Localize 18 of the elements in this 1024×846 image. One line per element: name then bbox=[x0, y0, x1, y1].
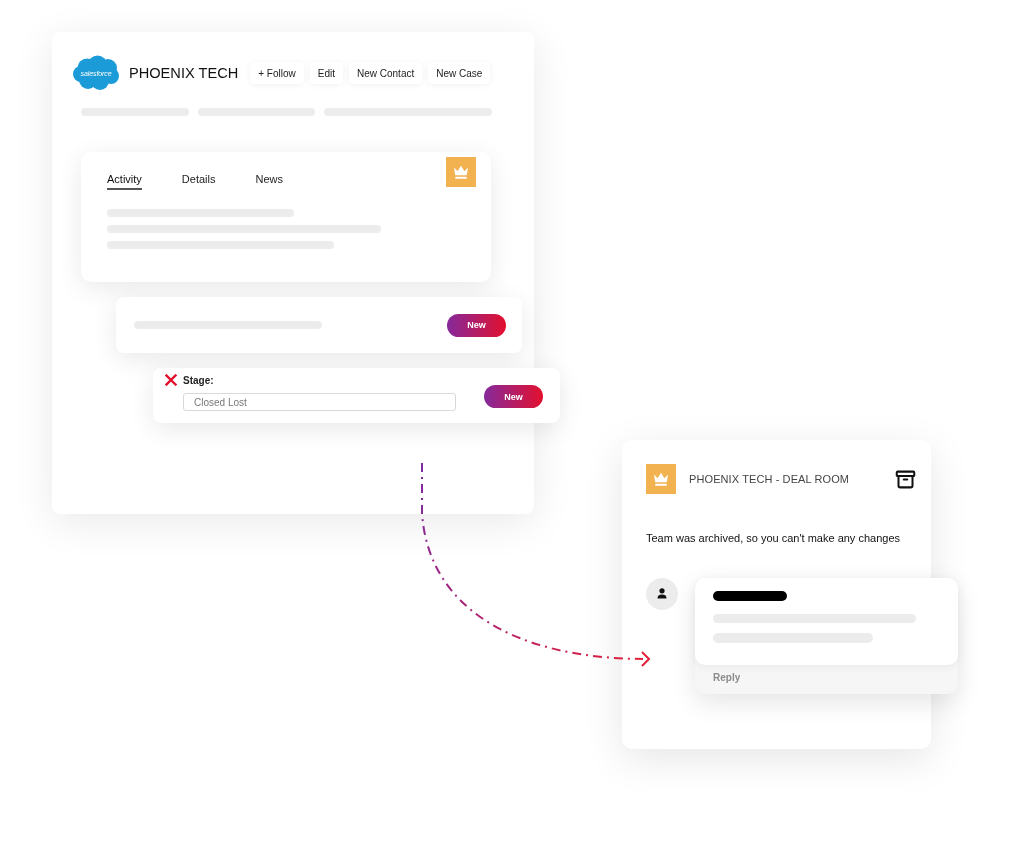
tab[interactable]: Details bbox=[181, 173, 216, 190]
archived-message: Team was archived, so you can't make any changes bbox=[646, 532, 901, 545]
crown-icon bbox=[446, 157, 476, 187]
crown-icon bbox=[646, 464, 676, 494]
tab[interactable]: News bbox=[255, 173, 283, 190]
action-button[interactable]: + Follow bbox=[250, 62, 304, 84]
user-avatar-icon bbox=[646, 578, 678, 610]
archive-icon[interactable] bbox=[895, 468, 916, 490]
new-button[interactable]: New bbox=[447, 313, 506, 337]
action-button[interactable]: New Case bbox=[428, 62, 491, 84]
stage-input[interactable]: Closed Lost bbox=[183, 393, 456, 411]
record-title: PHOENIX TECH bbox=[129, 65, 239, 81]
new-button[interactable]: New bbox=[484, 385, 543, 408]
action-button[interactable]: New Contact bbox=[348, 62, 423, 84]
tab[interactable]: Activity bbox=[107, 173, 142, 190]
action-button[interactable]: Edit bbox=[309, 62, 343, 84]
deal-room-title: PHOENIX TECH - DEAL ROOM bbox=[689, 473, 850, 485]
stage-label: Stage: bbox=[183, 374, 214, 386]
